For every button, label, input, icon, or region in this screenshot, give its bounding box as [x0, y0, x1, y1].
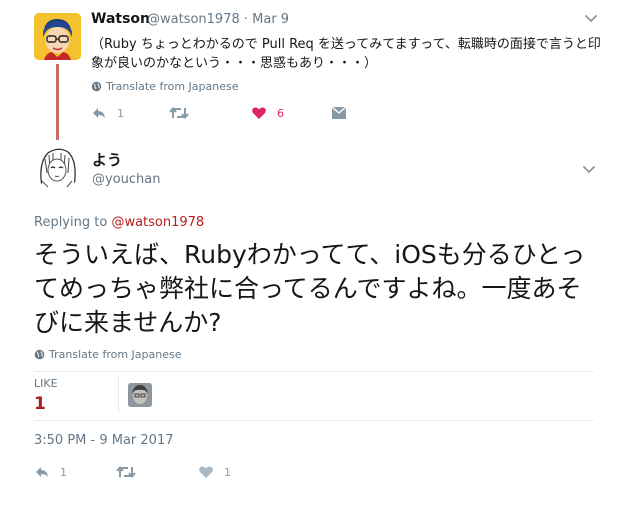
reply-count: 1 [60, 465, 67, 479]
direct-message-button[interactable] [331, 106, 347, 120]
main-author-name[interactable]: よう [92, 149, 122, 170]
like-count: 1 [224, 465, 231, 479]
parent-author-meta[interactable]: @watson1978 · Mar 9 [147, 12, 289, 27]
reply-icon [36, 467, 48, 477]
like-button[interactable]: 1 [198, 465, 231, 479]
vertical-divider [118, 375, 119, 413]
retweet-icon [169, 106, 189, 120]
globe-icon [91, 81, 102, 92]
replying-to-mention[interactable]: @watson1978 [111, 215, 204, 230]
heart-icon [252, 107, 266, 119]
divider [34, 420, 594, 421]
main-author-handle[interactable]: @youchan [92, 172, 160, 187]
liker-avatar[interactable] [128, 383, 152, 407]
main-translate-link[interactable]: Translate from Japanese [34, 348, 181, 361]
translate-label: Translate from Japanese [49, 348, 182, 361]
retweet-icon [116, 465, 136, 479]
thread-line [56, 64, 59, 140]
chevron-down-icon[interactable] [585, 15, 597, 23]
globe-icon [34, 349, 45, 360]
parent-translate-link[interactable]: Translate from Japanese [91, 80, 238, 93]
youchan-avatar[interactable] [34, 143, 81, 190]
likes-label: LIKE [34, 377, 58, 390]
parent-tweet-text: （Ruby ちょっとわかるので Pull Req を送ってみてますって、転職時の… [91, 37, 601, 71]
divider [34, 371, 594, 372]
parent-author-name[interactable]: Watson [91, 11, 150, 27]
watson-avatar[interactable] [34, 13, 81, 60]
reply-button[interactable]: 1 [34, 465, 67, 479]
reply-icon [93, 108, 105, 118]
reply-button[interactable]: 1 [91, 106, 124, 120]
like-count: 6 [277, 106, 284, 120]
likes-count[interactable]: 1 [34, 394, 46, 414]
dm-icon [331, 106, 347, 119]
heart-icon [199, 466, 213, 478]
replying-to-label: Replying to [34, 215, 112, 230]
tweet-timestamp[interactable]: 3:50 PM - 9 Mar 2017 [34, 433, 173, 448]
translate-label: Translate from Japanese [106, 80, 239, 93]
chevron-down-icon[interactable] [583, 166, 595, 174]
like-button[interactable]: 6 [251, 106, 284, 120]
retweet-button[interactable] [116, 465, 136, 479]
reply-count: 1 [117, 106, 124, 120]
main-tweet-text: そういえば、Rubyわかってて、iOSも分るひとってめっちゃ弊社に合ってるんです… [34, 240, 586, 337]
replying-to: Replying to @watson1978 [34, 215, 204, 230]
retweet-button[interactable] [169, 106, 189, 120]
